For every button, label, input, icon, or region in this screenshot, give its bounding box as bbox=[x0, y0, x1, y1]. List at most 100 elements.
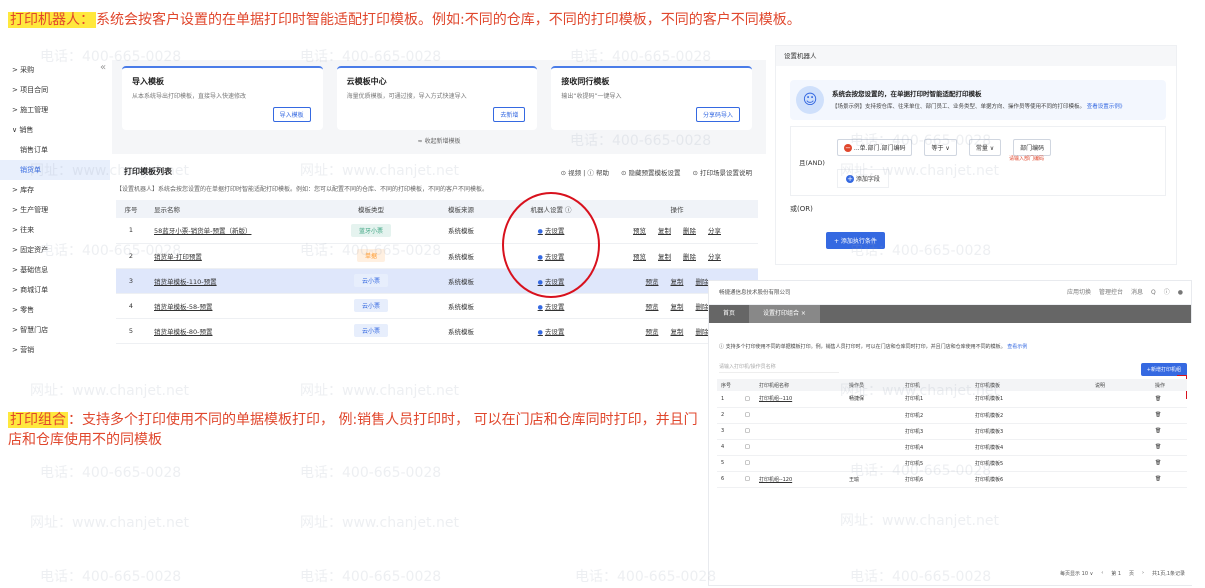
table-row: 3 □ 打印机3 打印机模板3 🗑 bbox=[717, 423, 1187, 440]
search-icon[interactable]: Q bbox=[1151, 281, 1156, 305]
sidebar-item-sales[interactable]: ∨ 销售 bbox=[0, 120, 110, 140]
add-field-button[interactable]: + 添加字段 bbox=[837, 169, 889, 188]
row-checkbox[interactable]: □ bbox=[741, 439, 755, 456]
row-checkbox[interactable]: □ bbox=[741, 391, 755, 408]
pg-search-input[interactable]: 请输入打印机/操作员名称 bbox=[719, 363, 839, 373]
message-icon[interactable]: 消息 bbox=[1131, 281, 1143, 305]
remove-condition-icon[interactable]: − bbox=[844, 144, 852, 152]
trash-icon[interactable]: 🗑 bbox=[1151, 471, 1187, 488]
console-icon[interactable]: 管理控台 bbox=[1099, 281, 1123, 305]
sidebar-item-marketing[interactable]: > 营销 bbox=[0, 340, 110, 360]
row-note bbox=[1091, 423, 1151, 440]
row-template: 打印机模板4 bbox=[971, 439, 1091, 456]
tab-print-group[interactable]: 设置打印组合 × bbox=[749, 305, 820, 323]
group-name-link[interactable]: 打印机组--120 bbox=[755, 471, 845, 488]
add-condition-button[interactable]: + 添加执行条件 bbox=[826, 232, 885, 249]
trash-icon[interactable]: 🗑 bbox=[1151, 439, 1187, 456]
delete-link[interactable]: 删除 bbox=[683, 227, 696, 235]
import-template-button[interactable]: 导入模板 bbox=[272, 107, 311, 122]
row-no: 3 bbox=[717, 423, 741, 440]
col-ops: 操作 bbox=[596, 200, 758, 218]
preview-link[interactable]: 预览 bbox=[633, 227, 646, 235]
robot-setup-link[interactable]: 去设置 bbox=[538, 328, 565, 336]
view-example-link[interactable]: 查看设置示例》 bbox=[1087, 104, 1126, 110]
row-name-link[interactable]: 销货单模板-58-预置 bbox=[146, 293, 326, 319]
sidebar-item-contracts[interactable]: > 项目合同 bbox=[0, 80, 110, 100]
group-caption-highlight: 打印组合 bbox=[8, 412, 68, 428]
sidebar-item-mall[interactable]: > 商城订单 bbox=[0, 280, 110, 300]
copy-link[interactable]: 复制 bbox=[658, 253, 671, 261]
copy-link[interactable]: 复制 bbox=[671, 303, 684, 311]
row-checkbox[interactable]: □ bbox=[741, 407, 755, 424]
page-number-input[interactable]: 第 1 bbox=[1111, 570, 1121, 577]
collapse-sidebar-icon[interactable]: « bbox=[100, 62, 106, 73]
sidebar-item-delivery[interactable]: 销货单 bbox=[0, 160, 110, 180]
sidebar-item-purchase[interactable]: > 采购 bbox=[0, 60, 110, 80]
delete-link[interactable]: 删除 bbox=[696, 303, 709, 311]
delete-link[interactable]: 删除 bbox=[696, 328, 709, 336]
app-switch-icon[interactable]: 应用切换 bbox=[1067, 281, 1091, 305]
group-name-link[interactable]: 打印机组--110 bbox=[755, 391, 845, 408]
group-caption: 打印组合 ：支持多个打印使用不同的单据模板打印， 例:销售人员打印时， 可以在门店… bbox=[8, 410, 708, 450]
watermark-phone: 电话：400-665-0028 bbox=[300, 465, 442, 481]
trash-icon[interactable]: 🗑 bbox=[1151, 391, 1187, 408]
sidebar-item-smartstore[interactable]: > 智慧门店 bbox=[0, 320, 110, 340]
share-link[interactable]: 分享 bbox=[708, 253, 721, 261]
robot-setup-link[interactable]: 去设置 bbox=[538, 303, 565, 311]
row-name-link[interactable]: 销货单-打印预置 bbox=[146, 243, 326, 269]
field-select[interactable]: − ...单.部门.部门编码 bbox=[837, 139, 913, 156]
page-size-select[interactable]: 每页显示 10 ∨ bbox=[1060, 570, 1093, 577]
row-no: 4 bbox=[717, 439, 741, 456]
value-input[interactable]: 部门编码 bbox=[1013, 139, 1052, 156]
sidebar-item-assets[interactable]: > 固定资产 bbox=[0, 240, 110, 260]
copy-link[interactable]: 复制 bbox=[671, 328, 684, 336]
preview-link[interactable]: 预览 bbox=[646, 303, 659, 311]
row-name-link[interactable]: 销货单模板-80-预置 bbox=[146, 318, 326, 344]
row-checkbox[interactable]: □ bbox=[741, 423, 755, 440]
trash-icon[interactable]: 🗑 bbox=[1151, 407, 1187, 424]
add-new-button[interactable]: 去新增 bbox=[493, 107, 526, 122]
collapse-new-templates[interactable]: ≈ 收起新增模板 bbox=[112, 136, 766, 145]
tab-home[interactable]: 首页 bbox=[709, 305, 749, 323]
preview-link[interactable]: 预览 bbox=[633, 253, 646, 261]
row-name-link[interactable]: 58蓝牙小票-销货单-预置（新版） bbox=[146, 218, 326, 244]
prev-page-button[interactable]: ‹ bbox=[1101, 570, 1103, 577]
card-cloud: 云模板中心 海量优质模板，可通过搜，导入方式快速导入 去新增 bbox=[336, 66, 538, 130]
preview-link[interactable]: 预览 bbox=[646, 328, 659, 336]
trash-icon[interactable]: 🗑 bbox=[1151, 423, 1187, 440]
preview-link[interactable]: 预览 bbox=[646, 278, 659, 286]
row-source: 系统模板 bbox=[416, 243, 506, 269]
sidebar-item-retail[interactable]: > 零售 bbox=[0, 300, 110, 320]
robot-highlight-circle bbox=[502, 192, 600, 298]
row-type: 云小票 bbox=[326, 268, 416, 294]
page: 打印机器人： 系统会按客户设置的在单据打印时智能适配打印模板。例如:不同的仓库，不… bbox=[0, 0, 1205, 588]
sidebar-item-sales-order[interactable]: 销售订单 bbox=[0, 140, 110, 160]
next-page-button[interactable]: › bbox=[1142, 570, 1144, 577]
delete-link[interactable]: 删除 bbox=[696, 278, 709, 286]
robot-caption-text: 系统会按客户设置的在单据打印时智能适配打印模板。例如:不同的仓库，不同的打印模板… bbox=[96, 12, 801, 28]
card-desc: 海量优质模板，可通过搜，导入方式快速导入 bbox=[346, 93, 467, 100]
row-checkbox[interactable]: □ bbox=[741, 471, 755, 488]
video-help-link[interactable]: ⊙ 视频 | ⓘ 帮助 bbox=[561, 167, 609, 177]
row-name-link[interactable]: 销货单模板-110-预置 bbox=[146, 268, 326, 294]
avatar[interactable]: ● bbox=[1178, 281, 1183, 305]
row-printer: 打印机2 bbox=[901, 407, 971, 424]
operator-select[interactable]: 等于 ∨ bbox=[924, 139, 957, 156]
sidebar-item-construction[interactable]: > 施工管理 bbox=[0, 100, 110, 120]
delete-link[interactable]: 删除 bbox=[683, 253, 696, 261]
hide-preset-link[interactable]: ⊙ 隐藏预置模板设置 bbox=[621, 167, 681, 177]
scene-help-link[interactable]: ⊙ 打印场景设置说明 bbox=[692, 167, 752, 177]
share-link[interactable]: 分享 bbox=[708, 227, 721, 235]
copy-link[interactable]: 复制 bbox=[658, 227, 671, 235]
trash-icon[interactable]: 🗑 bbox=[1151, 455, 1187, 472]
help-icon[interactable]: ⓘ bbox=[1164, 281, 1170, 305]
sidebar-item-accounts[interactable]: > 往来 bbox=[0, 220, 110, 240]
sidebar-item-inventory[interactable]: > 库存 bbox=[0, 180, 110, 200]
share-code-import-button[interactable]: 分享码导入 bbox=[696, 107, 741, 122]
copy-link[interactable]: 复制 bbox=[671, 278, 684, 286]
sidebar-item-basic[interactable]: > 基础信息 bbox=[0, 260, 110, 280]
sidebar-item-production[interactable]: > 生产管理 bbox=[0, 200, 110, 220]
value-type-select[interactable]: 常量 ∨ bbox=[968, 139, 1002, 156]
view-sample-link[interactable]: 查看示例 bbox=[1007, 344, 1027, 350]
row-checkbox[interactable]: □ bbox=[741, 455, 755, 472]
